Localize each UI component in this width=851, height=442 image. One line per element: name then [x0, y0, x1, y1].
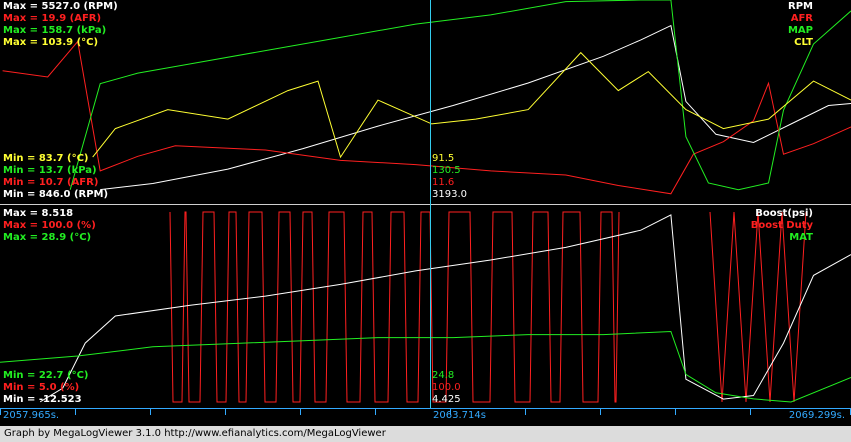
- cursor-value-boost-duty: 100.0: [432, 382, 461, 393]
- legend-rpm: RPM: [788, 1, 813, 12]
- cursor-value-boost: 4.425: [432, 394, 461, 405]
- panel-divider: [0, 204, 851, 205]
- max-clt-label: Max = 103.9 (°C): [3, 37, 99, 48]
- legend-boost-duty: Boost Duty: [750, 220, 813, 231]
- legend-mat: MAT: [789, 232, 813, 243]
- time-cursor-label: 2063.714s: [433, 410, 486, 421]
- legend-clt: CLT: [794, 37, 813, 48]
- mat-series-line: [0, 330, 851, 403]
- cursor-value-rpm: 3193.0: [432, 189, 467, 200]
- min-rpm-label: Min = 846.0 (RPM): [3, 189, 109, 200]
- max-rpm-label: Max = 5527.0 (RPM): [3, 1, 118, 12]
- megalogviewer-graph: Max = 5527.0 (RPM) Max = 19.9 (AFR) Max …: [0, 0, 851, 442]
- legend-map: MAP: [787, 25, 813, 36]
- bottom-graph-panel[interactable]: Max = 8.518 Max = 100.0 (%) Max = 28.9 (…: [0, 206, 851, 408]
- max-mat-label: Max = 28.9 (°C): [3, 232, 92, 243]
- max-boost-duty-label: Max = 100.0 (%): [3, 220, 96, 231]
- footer-credit: Graph by MegaLogViewer 3.1.0 http://www.…: [0, 426, 851, 442]
- time-end-label: 2069.299s.: [788, 410, 845, 421]
- bottom-graph-plot[interactable]: [0, 206, 851, 408]
- boost-duty-series-line: [169, 211, 620, 403]
- afr-series-line: [2, 40, 851, 195]
- top-graph-plot[interactable]: [0, 0, 851, 204]
- min-afr-label: Min = 10.7 (AFR): [3, 177, 99, 188]
- cursor-value-clt: 91.5: [432, 153, 455, 164]
- cursor-value-map: 130.5: [432, 165, 461, 176]
- time-start-label: 2057.965s.: [3, 410, 60, 421]
- time-axis[interactable]: 2057.965s. 2063.714s 2069.299s.: [0, 408, 851, 426]
- max-map-label: Max = 158.7 (kPa): [3, 25, 107, 36]
- min-boost-label: Min = -12.523: [3, 394, 82, 405]
- legend-boost: Boost(psi): [755, 208, 813, 219]
- max-boost-label: Max = 8.518: [3, 208, 74, 219]
- min-boost-duty-label: Min = 5.0 (%): [3, 382, 80, 393]
- time-cursor[interactable]: [430, 0, 431, 408]
- rpm-series-line: [100, 24, 851, 191]
- clt-series-line: [92, 51, 851, 159]
- cursor-value-afr: 11.6: [432, 177, 455, 188]
- map-series-line: [69, 0, 851, 191]
- max-afr-label: Max = 19.9 (AFR): [3, 13, 102, 24]
- legend-afr: AFR: [790, 13, 813, 24]
- min-map-label: Min = 13.7 (kPa): [3, 165, 97, 176]
- top-graph-panel[interactable]: Max = 5527.0 (RPM) Max = 19.9 (AFR) Max …: [0, 0, 851, 204]
- min-mat-label: Min = 22.7 (°C): [3, 370, 89, 381]
- cursor-value-mat: 24.8: [432, 370, 455, 381]
- min-clt-label: Min = 83.7 (°C): [3, 153, 89, 164]
